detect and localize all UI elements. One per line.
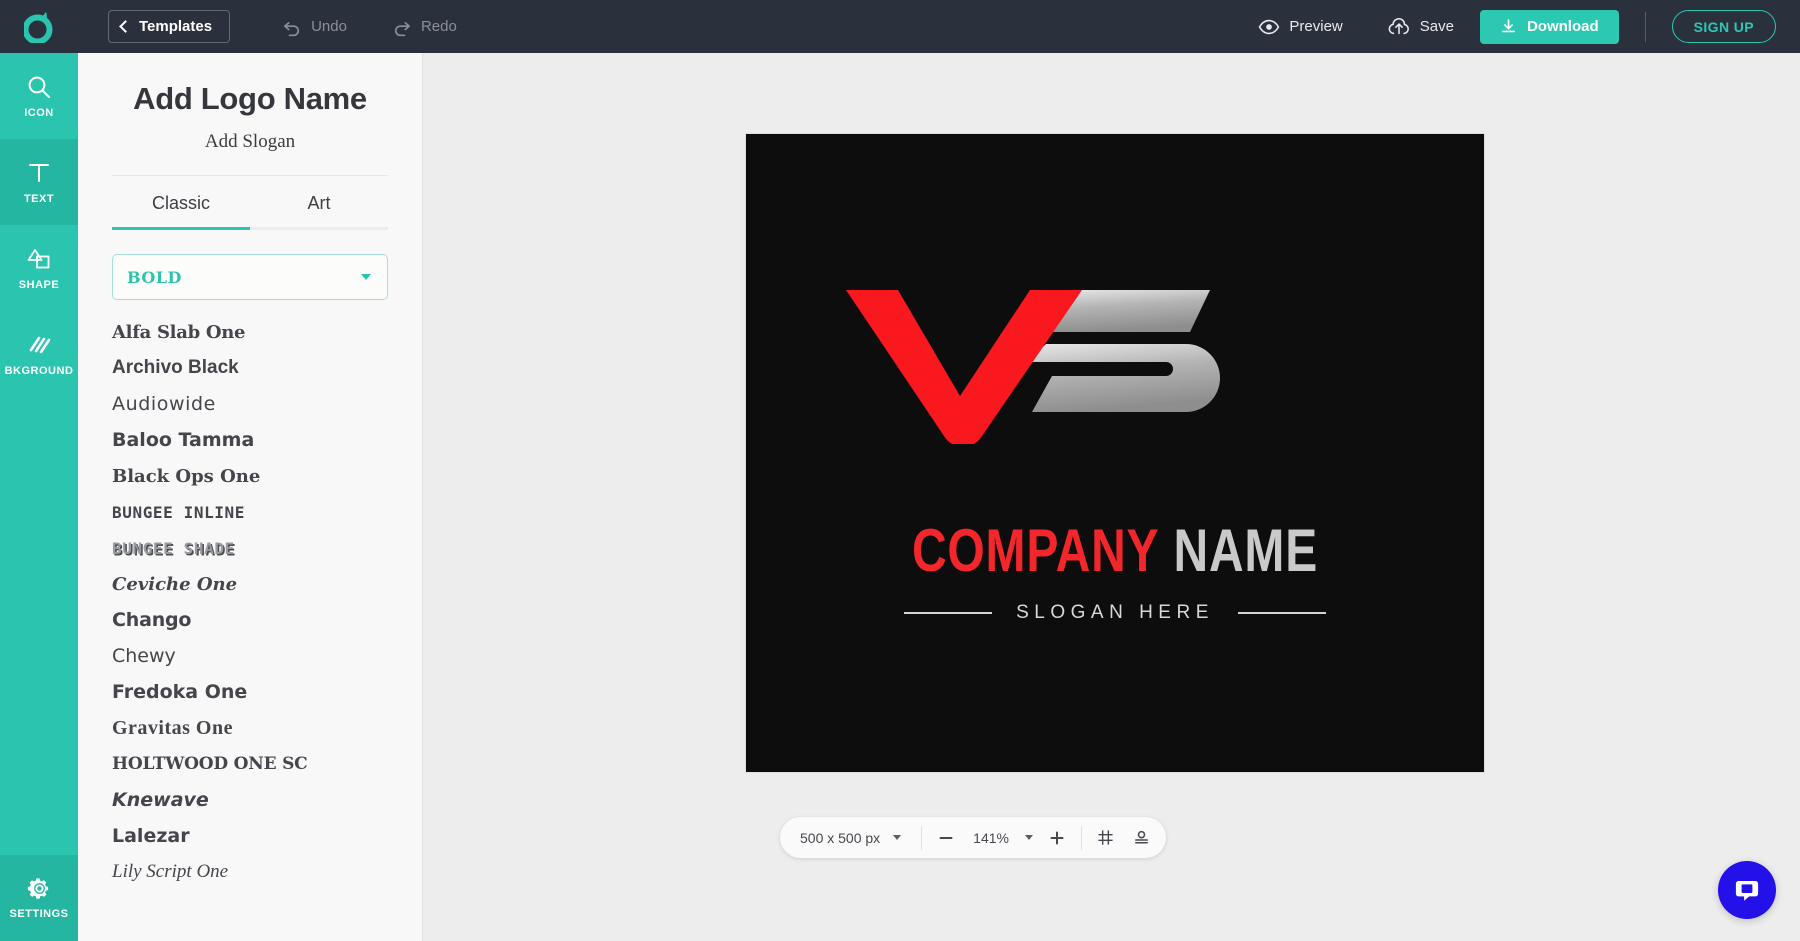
list-item[interactable]: BUNGEE INLINE [112,494,422,530]
canvas-bottom-toolbar: 500 x 500 px 141% [780,817,1166,858]
signup-label: SIGN UP [1693,18,1754,35]
tab-classic[interactable]: Classic [112,176,250,230]
gear-icon [27,878,48,899]
shapes-icon [27,248,50,268]
redo-arrow-icon [394,21,410,36]
sidebar-item-text-label: TEXT [23,192,55,205]
chevron-down-icon [1024,835,1033,840]
hatch-pattern-icon [29,336,51,353]
text-options-panel: Add Logo Name Add Slogan Classic Art BOL… [78,53,423,941]
undo-button[interactable]: Undo [282,17,347,37]
undo-label: Undo [311,18,347,35]
list-item[interactable]: Chango [112,602,422,638]
sidebar-item-icon-label: ICON [24,106,54,119]
preview-button[interactable]: Preview [1258,16,1343,38]
sidebar-item-settings-label: SETTINGS [9,908,69,920]
slogan-rule-left [904,612,993,614]
toolbar-separator-2 [1080,825,1082,850]
panel-title: Add Logo Name [133,81,367,116]
minus-icon [939,836,953,839]
logo-artboard[interactable]: COMPANY NAME SLOGAN HERE [746,134,1484,772]
list-item[interactable]: Audiowide [112,386,422,422]
chevron-down-icon [361,274,371,280]
chat-bubble-icon [1735,881,1759,901]
canvas-stage[interactable]: COMPANY NAME SLOGAN HERE 500 x 500 px 14… [424,53,1800,941]
logo-company-name[interactable]: COMPANY NAME [820,516,1410,585]
download-button[interactable]: Download [1479,9,1619,44]
slogan-rule-right [1237,612,1326,614]
logo-slogan-text: SLOGAN HERE [1016,602,1214,623]
list-item[interactable]: Fredoka One [112,674,422,710]
logo-name-part2: NAME [1173,517,1319,584]
list-item[interactable]: Gravitas One [112,710,422,746]
toolbar-separator [921,825,923,850]
top-toolbar: Templates Undo Redo Preview Save Downloa… [0,0,1800,53]
grid-icon [1098,830,1114,845]
align-snap-button[interactable] [1124,817,1160,858]
redo-button[interactable]: Redo [392,17,457,37]
font-weight-value: BOLD [127,267,182,287]
cloud-upload-icon [1388,17,1409,34]
list-item[interactable]: Ceviche One [112,566,422,602]
v-monogram-icon[interactable] [746,284,1484,444]
list-item[interactable]: Black Ops One [112,458,422,494]
eye-icon [1259,19,1280,34]
font-weight-select[interactable]: BOLD [112,254,388,300]
sidebar-item-shape-label: SHAPE [18,278,60,291]
redo-label: Redo [420,18,457,35]
list-item[interactable]: Lily Script One [112,854,422,890]
download-label: Download [1526,18,1599,35]
left-icon-rail: ICON TEXT SHAPE BKGROUND SETTINGS [0,53,78,941]
undo-arrow-icon [284,21,300,36]
chevron-left-icon [119,19,132,33]
list-item[interactable]: Baloo Tamma [112,422,422,458]
zoom-in-button[interactable] [1039,817,1075,858]
list-item[interactable]: HOLTWOOD ONE SC [112,746,422,782]
list-item[interactable]: Chewy [112,638,422,674]
top-toolbar-right: Preview Save Download SIGN UP [1258,0,1800,53]
zoom-level-select[interactable]: 141% [964,830,1039,846]
list-item[interactable]: Archivo Black [112,350,422,386]
sidebar-item-icon[interactable]: ICON [0,53,78,139]
panel-tabs: Classic Art [112,176,388,230]
panel-slogan: Add Slogan [204,131,296,152]
save-button[interactable]: Save [1387,16,1454,38]
zoom-level-value: 141% [973,829,1009,846]
save-label: Save [1419,18,1454,35]
templates-button-label: Templates [139,18,213,35]
list-item[interactable]: Knewave [112,782,422,818]
list-item[interactable]: Lalezar [112,818,422,854]
sidebar-item-shape[interactable]: SHAPE [0,225,78,311]
preview-label: Preview [1289,18,1343,35]
download-icon [1501,19,1515,33]
logo-slogan-row[interactable]: SLOGAN HERE [746,602,1484,624]
sidebar-item-settings[interactable]: SETTINGS [0,855,78,941]
chat-support-button[interactable] [1718,861,1776,919]
grid-toggle-button[interactable] [1088,817,1124,858]
toolbar-divider [1644,11,1646,42]
align-bottom-icon [1135,830,1149,844]
templates-button[interactable]: Templates [108,10,231,43]
sidebar-item-bkground-label: BKGROUND [4,364,74,377]
plus-icon [1050,831,1064,844]
list-item[interactable]: BUNGEE SHADE [112,530,422,566]
rail-spacer [0,397,78,855]
tab-art[interactable]: Art [250,176,388,230]
list-item[interactable]: Alfa Slab One [112,314,422,350]
logo-name-part1: COMPANY [911,517,1160,584]
top-toolbar-left: Templates Undo Redo [0,0,457,53]
font-list[interactable]: Alfa Slab One Archivo Black Audiowide Ba… [78,314,422,914]
canvas-size-select[interactable]: 500 x 500 px [786,830,915,846]
zoom-out-button[interactable] [928,817,964,858]
sidebar-item-text[interactable]: TEXT [0,139,78,225]
brand-logo-icon[interactable] [0,0,78,53]
sidebar-item-bkground[interactable]: BKGROUND [0,311,78,397]
canvas-size-value: 500 x 500 px [800,829,881,846]
text-t-icon [29,163,49,182]
magnifier-icon [28,76,50,98]
signup-button[interactable]: SIGN UP [1671,10,1776,43]
chevron-down-icon [893,835,902,840]
